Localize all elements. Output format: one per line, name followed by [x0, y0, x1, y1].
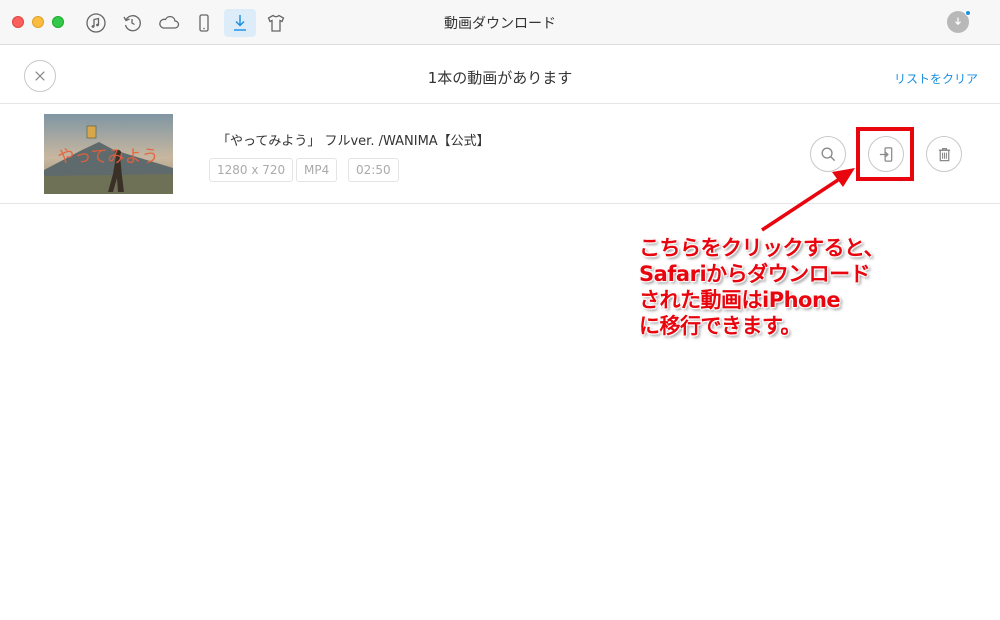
annotation-line: こちらをクリックすると、 — [639, 236, 885, 260]
duration-badge: 02:50 — [348, 158, 399, 182]
resolution-badge: 1280 x 720 — [209, 158, 294, 182]
annotation-text: こちらをクリックすると、 Safariからダウンロード された動画はiPhone… — [639, 235, 899, 339]
highlight-box — [856, 127, 914, 181]
format-badge: MP4 — [296, 158, 338, 182]
annotation-line: Safariからダウンロード — [639, 262, 871, 286]
annotation-line: された動画はiPhone — [639, 288, 841, 312]
list-header: 1本の動画があります リストをクリア — [0, 46, 1000, 104]
thumbnail-text: やってみよう — [57, 147, 158, 167]
notification-dot — [965, 10, 971, 16]
title-bar: 動画ダウンロード — [0, 0, 1000, 45]
video-row[interactable]: やってみよう 「やってみよう」 フルver. /WANIMA【公式】 1280 … — [0, 104, 1000, 204]
video-title: 「やってみよう」 フルver. /WANIMA【公式】 — [217, 134, 490, 149]
video-thumbnail[interactable]: やってみよう — [44, 114, 173, 194]
search-icon — [821, 147, 835, 161]
video-count-title: 1本の動画があります — [427, 69, 573, 87]
clear-list-link[interactable]: リストをクリア — [894, 70, 978, 87]
download-status-icon[interactable] — [947, 10, 971, 33]
delete-button[interactable] — [926, 136, 962, 172]
window-title: 動画ダウンロード — [444, 16, 556, 32]
trash-icon — [938, 147, 950, 161]
annotation-line: に移行できます。 — [639, 314, 801, 338]
search-button[interactable] — [810, 136, 846, 172]
